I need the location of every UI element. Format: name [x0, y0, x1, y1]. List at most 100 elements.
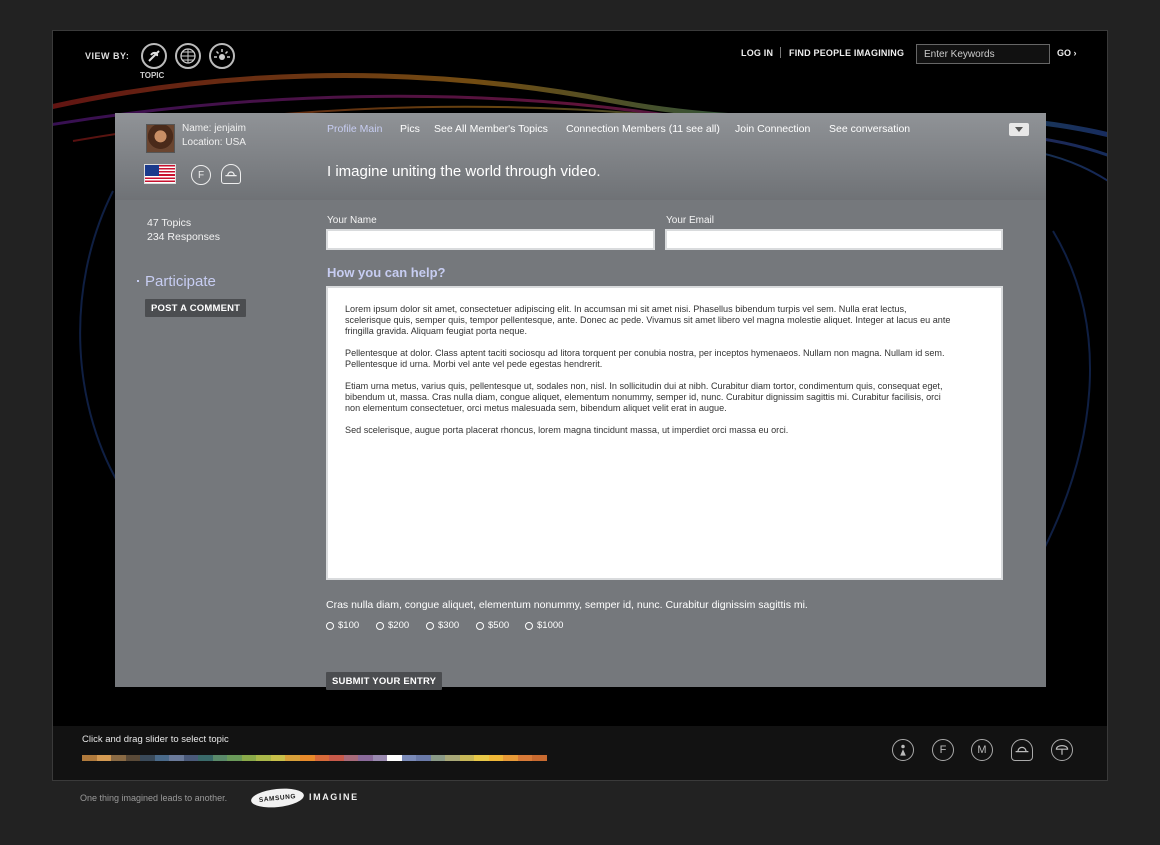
tab-profile-main[interactable]: Profile Main [327, 123, 382, 135]
slider-segment [430, 755, 446, 761]
radio-200[interactable]: $200 [376, 620, 409, 631]
footer-strip: Click and drag slider to select topic F … [53, 726, 1107, 780]
email-label: Your Email [666, 215, 714, 226]
sun-icon[interactable] [209, 43, 235, 69]
brand-logo: SAMSUNG [250, 786, 305, 810]
slider-segment [387, 755, 402, 761]
person-icon[interactable] [892, 739, 914, 761]
slider-segment [488, 755, 504, 761]
radio-icon [525, 621, 533, 630]
page-headline: I imagine uniting the world through vide… [327, 163, 601, 180]
male-icon[interactable]: M [971, 739, 993, 761]
topic-caption: TOPIC [140, 71, 165, 80]
paragraph: Sed scelerisque, augue porta placerat rh… [345, 425, 789, 435]
female-icon[interactable]: F [932, 739, 954, 761]
view-by-label: VIEW BY: [85, 51, 130, 61]
amount-prompt: Cras nulla diam, congue aliquet, element… [326, 599, 808, 611]
tab-member-topics[interactable]: See All Member's Topics [434, 123, 548, 135]
radio-100[interactable]: $100 [326, 620, 359, 631]
slider-segment [445, 755, 460, 761]
slider-segment [183, 755, 199, 761]
paragraph: Etiam urna metus, varius quis, pellentes… [345, 381, 943, 413]
slider-segment [111, 755, 126, 761]
find-people-link[interactable]: FIND PEOPLE IMAGINING [789, 48, 904, 58]
slider-segment [474, 755, 489, 761]
slider-segment [299, 755, 315, 761]
slider-segment [227, 755, 242, 761]
responses-count: 234 Responses [147, 231, 220, 243]
login-link[interactable]: LOG IN [741, 48, 773, 58]
bullet-icon [137, 280, 139, 282]
slider-segment [343, 755, 359, 761]
slider-segment [416, 755, 431, 761]
slider-segment [532, 755, 547, 761]
brand-wordmark: IMAGINE [309, 792, 359, 802]
avatar[interactable] [146, 124, 175, 153]
radio-300[interactable]: $300 [426, 620, 459, 631]
hat-icon[interactable] [1011, 739, 1033, 761]
tab-connection-members[interactable]: Connection Members (11 see all) [566, 123, 720, 135]
post-comment-button[interactable]: POST A COMMENT [145, 299, 247, 317]
globe-icon[interactable] [175, 43, 201, 69]
dropdown-button[interactable] [1009, 123, 1029, 136]
main-frame: VIEW BY: TOPIC LOG IN FIND PEOPLE IMAGIN… [52, 30, 1108, 781]
profile-location: Location: USA [182, 137, 246, 148]
help-textarea[interactable]: Lorem ipsum dolor sit amet, consectetuer… [326, 286, 1003, 580]
slider-segment [154, 755, 170, 761]
slider-segment [140, 755, 155, 761]
umbrella-icon[interactable] [1051, 739, 1073, 761]
radio-icon [326, 621, 334, 630]
submit-button[interactable]: SUBMIT YOUR ENTRY [326, 672, 443, 690]
radio-label: $1000 [537, 620, 564, 631]
topic-icon[interactable] [141, 43, 167, 69]
slider-segment [503, 755, 518, 761]
radio-label: $100 [338, 620, 360, 631]
email-field[interactable] [665, 229, 1003, 250]
chevron-down-icon [1015, 127, 1023, 132]
slider-segment [256, 755, 271, 761]
slider-segment [517, 755, 533, 761]
female-icon[interactable]: F [191, 165, 211, 185]
hat-icon[interactable] [221, 164, 241, 184]
slider-segment [241, 755, 257, 761]
topic-slider[interactable] [82, 755, 547, 761]
search-input[interactable] [916, 44, 1050, 64]
radio-icon [426, 621, 434, 630]
slider-segment [314, 755, 330, 761]
name-field[interactable] [326, 229, 655, 250]
paragraph: Lorem ipsum dolor sit amet, consectetuer… [345, 304, 951, 336]
tab-join-connection[interactable]: Join Connection [735, 123, 810, 135]
usa-flag-icon [144, 164, 176, 184]
tab-pics[interactable]: Pics [400, 123, 420, 135]
slider-segment [372, 755, 388, 761]
profile-header: Name: jenjaim Location: USA F Profile Ma… [115, 113, 1046, 200]
slider-segment [329, 755, 344, 761]
participate-heading: Participate [145, 273, 216, 290]
slider-segment [459, 755, 475, 761]
slider-segment [401, 755, 417, 761]
slider-segment [96, 755, 112, 761]
radio-label: $300 [438, 620, 460, 631]
radio-500[interactable]: $500 [476, 620, 509, 631]
help-title: How you can help? [327, 265, 446, 280]
radio-icon [476, 621, 484, 630]
name-label: Your Name [327, 215, 377, 226]
profile-name: Name: jenjaim [182, 123, 246, 134]
slider-segment [285, 755, 300, 761]
radio-1000[interactable]: $1000 [525, 620, 563, 631]
topbar-divider [780, 47, 781, 58]
slider-segment [82, 755, 97, 761]
slider-segment [358, 755, 373, 761]
slider-segment [169, 755, 184, 761]
paragraph: Pellentesque at dolor. Class aptent taci… [345, 348, 945, 369]
slider-label: Click and drag slider to select topic [82, 734, 229, 745]
tab-see-conversation[interactable]: See conversation [829, 123, 910, 135]
slider-segment [212, 755, 228, 761]
radio-icon [376, 621, 384, 630]
go-button[interactable]: GO › [1057, 48, 1077, 58]
tagline: One thing imagined leads to another. [80, 793, 228, 803]
profile-panel: Name: jenjaim Location: USA F Profile Ma… [115, 113, 1046, 690]
slider-segment [125, 755, 141, 761]
radio-label: $200 [388, 620, 410, 631]
slider-segment [270, 755, 286, 761]
